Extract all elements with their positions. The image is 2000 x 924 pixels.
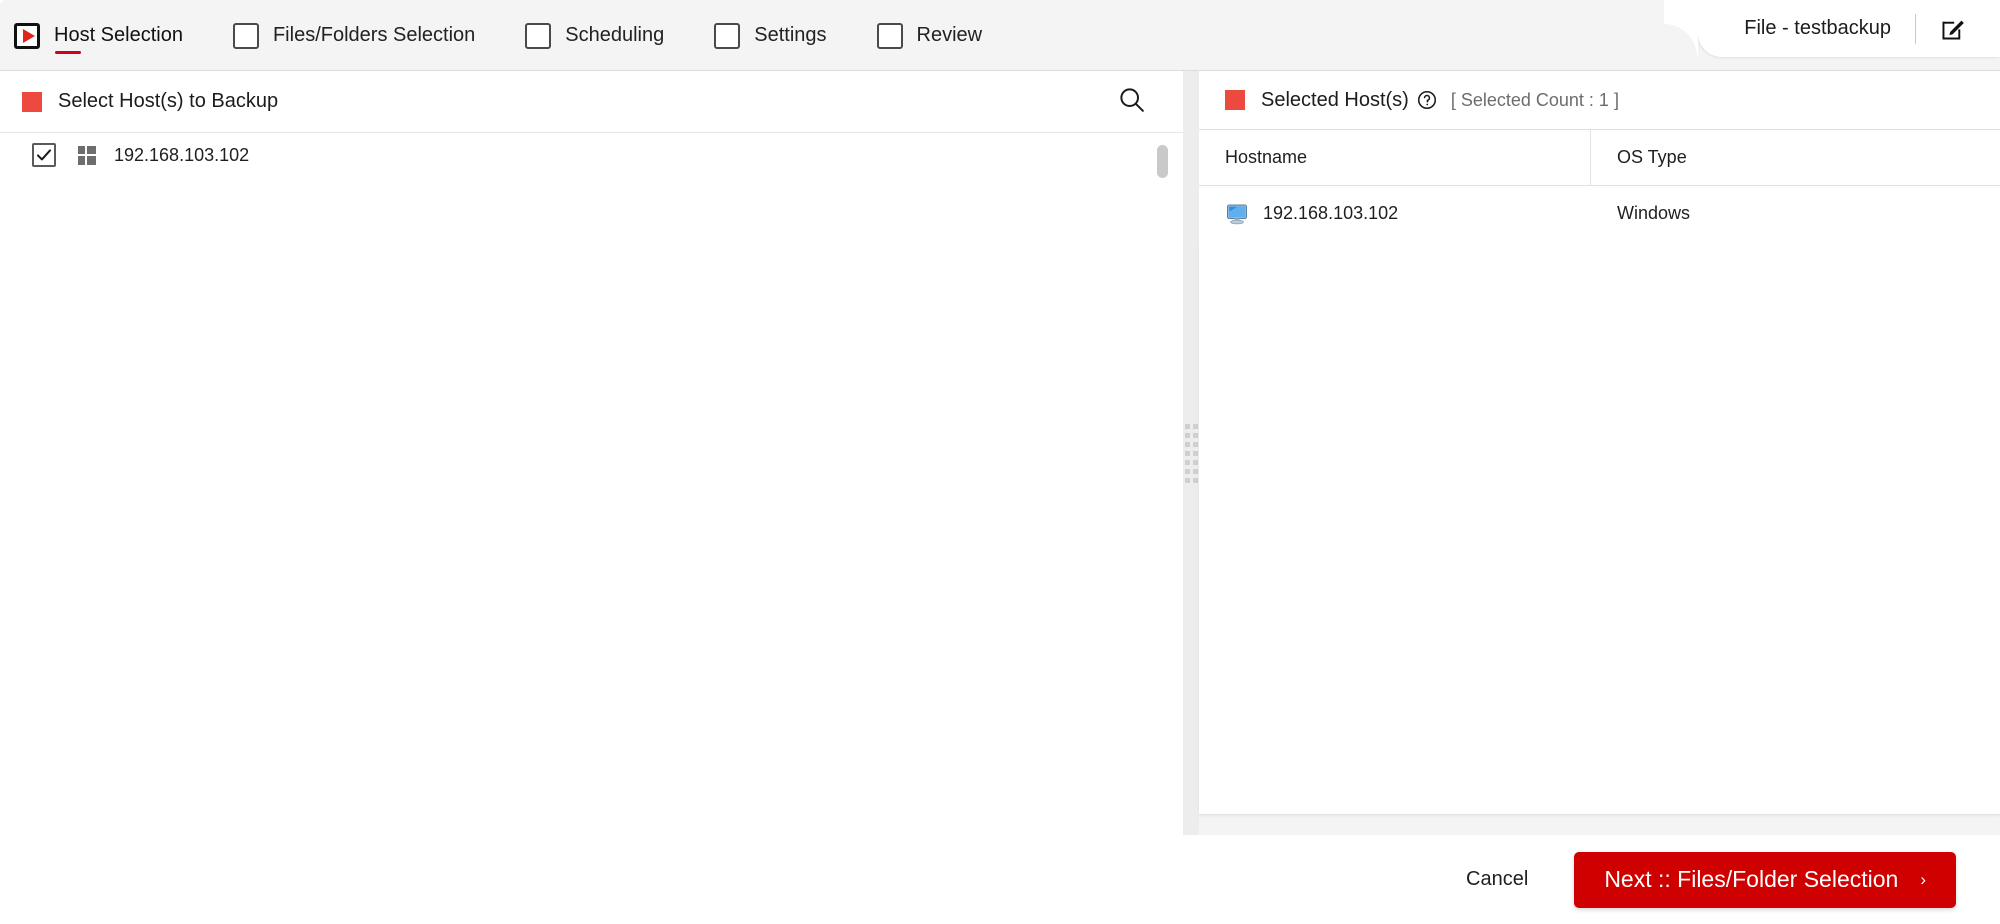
step-label: Settings — [754, 23, 827, 46]
host-tree: 192.168.103.102 — [0, 133, 1189, 834]
available-hosts-title: Select Host(s) to Backup — [58, 90, 279, 112]
available-hosts-panel: Select Host(s) to Backup 192.168.103.102 — [0, 71, 1190, 835]
wizard-footer: Cancel Next :: Files/Folder Selection › — [0, 835, 2000, 924]
section-marker-icon — [22, 91, 42, 112]
wizard-steps: Host Selection Files/Folders Selection S… — [14, 0, 1032, 71]
next-button[interactable]: Next :: Files/Folder Selection › — [1574, 851, 1956, 908]
selected-hosts-header: Selected Host(s) [ Selected Count : 1 ] — [1199, 71, 2000, 130]
host-tree-item-label: 192.168.103.102 — [114, 144, 250, 165]
cancel-button[interactable]: Cancel — [1462, 862, 1532, 897]
panel-resize-handle[interactable] — [1183, 71, 1199, 835]
cell-hostname: 192.168.103.102 — [1199, 202, 1591, 226]
step-active-underline — [55, 51, 81, 54]
search-icon — [1117, 85, 1147, 118]
search-button[interactable] — [1115, 85, 1149, 119]
computer-monitor-icon — [1225, 202, 1263, 226]
host-tree-item[interactable]: 192.168.103.102 — [0, 133, 1189, 177]
selected-hosts-panel: Selected Host(s) [ Selected Count : 1 ] … — [1199, 71, 2000, 835]
title-divider — [1915, 13, 1916, 44]
wizard-stepper-bar: Host Selection Files/Folders Selection S… — [0, 0, 2000, 71]
help-circle-icon[interactable] — [1409, 90, 1437, 110]
table-header-row: Hostname OS Type — [1199, 130, 2000, 186]
job-title: File - testbackup — [1744, 17, 1891, 39]
empty-square-icon — [232, 22, 259, 49]
column-header-os-type: OS Type — [1617, 147, 1687, 167]
column-header-hostname: Hostname — [1199, 130, 1591, 185]
step-label: Host Selection — [54, 23, 183, 46]
step-label: Scheduling — [565, 23, 665, 46]
empty-square-icon — [525, 22, 552, 49]
cell-hostname-text: 192.168.103.102 — [1263, 203, 1399, 223]
step-scheduling[interactable]: Scheduling — [525, 0, 690, 71]
step-settings[interactable]: Settings — [714, 0, 852, 71]
selected-hosts-title: Selected Host(s) — [1261, 88, 1409, 111]
step-files-folders-selection[interactable]: Files/Folders Selection — [232, 0, 501, 71]
play-square-icon — [14, 22, 40, 49]
step-label: Files/Folders Selection — [272, 23, 476, 46]
cell-os-type: Windows — [1617, 203, 1691, 223]
backup-wizard: Host Selection Files/Folders Selection S… — [0, 0, 2000, 924]
edit-pencil-icon[interactable] — [1940, 16, 1966, 42]
available-hosts-header: Select Host(s) to Backup — [0, 71, 1189, 133]
chevron-right-icon: › — [1920, 870, 1926, 889]
wizard-content: Select Host(s) to Backup 192.168.103.102… — [0, 71, 2000, 835]
selected-count-label: [ Selected Count : 1 ] — [1450, 89, 1619, 110]
step-review[interactable]: Review — [876, 0, 1009, 71]
empty-square-icon — [876, 22, 903, 49]
job-title-tab: File - testbackup — [1664, 0, 2000, 57]
step-label: Review — [916, 23, 983, 46]
empty-square-icon — [714, 22, 741, 49]
selected-hosts-table: Hostname OS Type 192.168.103.102 Windows — [1199, 130, 2000, 815]
host-checkbox[interactable] — [32, 143, 56, 167]
next-button-label: Next :: Files/Folder Selection — [1604, 866, 1899, 892]
table-row[interactable]: 192.168.103.102 Windows — [1199, 186, 2000, 241]
windows-logo-icon — [78, 146, 96, 165]
host-tree-scrollbar[interactable] — [1157, 145, 1168, 178]
drag-dots-icon — [1184, 423, 1198, 483]
section-marker-icon — [1225, 90, 1245, 110]
table-empty-area — [1199, 241, 2000, 815]
step-host-selection[interactable]: Host Selection — [14, 0, 209, 71]
